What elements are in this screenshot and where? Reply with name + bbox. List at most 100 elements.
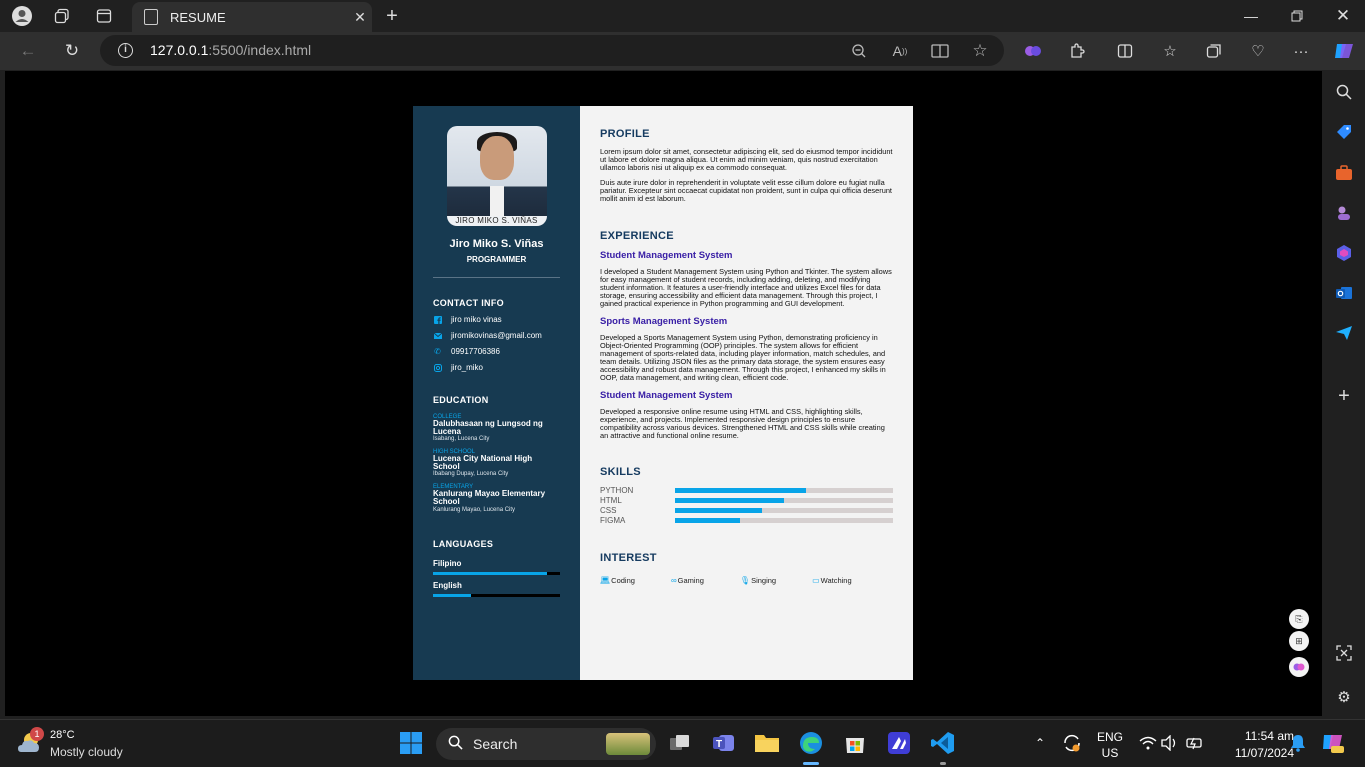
sidebar-settings-gear-icon[interactable]: ⚙ <box>1332 685 1356 709</box>
skill-bar <box>675 507 893 513</box>
outlook-icon[interactable] <box>1332 281 1356 305</box>
battery-icon[interactable] <box>1180 728 1210 758</box>
tab-actions-icon[interactable] <box>90 4 118 28</box>
copilot-icon[interactable] <box>1330 37 1358 65</box>
update-sync-icon[interactable] <box>1057 728 1087 758</box>
interest-item: ▭ Watching <box>812 576 852 585</box>
monitor-icon: ▭ <box>812 576 820 585</box>
resume-main: PROFILE Lorem ipsum dolor sit amet, cons… <box>580 106 913 680</box>
close-tab-icon[interactable]: ✕ <box>348 9 372 26</box>
browser-titlebar: RESUME ✕ + — ✕ <box>0 0 1365 32</box>
reader-widget-icon[interactable]: ⊞ <box>1289 631 1309 651</box>
project-title: Student Management System <box>600 390 733 401</box>
shopping-tag-icon[interactable] <box>1332 121 1356 145</box>
search-icon[interactable] <box>1332 80 1356 104</box>
weather-description[interactable]: Mostly cloudy <box>50 745 123 759</box>
education-section: EDUCATION COLLEGE Dalubhasaan ng Lungsod… <box>433 395 560 513</box>
search-highlight-image <box>606 733 650 755</box>
close-window-icon[interactable]: ✕ <box>1320 0 1365 32</box>
running-app-indicator <box>940 762 946 765</box>
input-language-bottom[interactable]: US <box>1094 746 1126 760</box>
project-title: Sports Management System <box>600 316 728 327</box>
contact-phone-text: 09917706386 <box>451 347 500 356</box>
games-icon[interactable] <box>1332 201 1356 225</box>
split-screen-icon[interactable] <box>1111 37 1139 65</box>
read-aloud-icon[interactable]: A)) <box>889 40 911 62</box>
windows-start-icon[interactable] <box>396 728 426 758</box>
experience-title: EXPERIENCE <box>600 230 674 242</box>
education-place: Kanlurang Mayao, Lucena City <box>433 506 516 513</box>
extensions-icon[interactable] <box>1063 37 1091 65</box>
windows-taskbar: 1 28°C Mostly cloudy Search T ⌃ ENG US 1… <box>0 719 1365 767</box>
microsoft-store-icon[interactable] <box>840 728 870 758</box>
editor-app-icon[interactable] <box>884 728 914 758</box>
microsoft-365-icon[interactable] <box>1332 241 1356 265</box>
copilot-widget-icon[interactable] <box>1289 657 1309 677</box>
favorite-star-icon[interactable]: ☆ <box>969 40 991 62</box>
weather-temperature[interactable]: 28°C <box>50 729 75 741</box>
collections-icon[interactable] <box>1200 37 1228 65</box>
translate-widget-icon[interactable]: ⎘ <box>1289 609 1309 629</box>
search-icon <box>448 735 463 754</box>
copilot-preview-icon[interactable] <box>1318 728 1348 758</box>
tab-title: RESUME <box>170 9 226 25</box>
immersive-reader-icon[interactable] <box>929 40 951 62</box>
file-explorer-icon[interactable] <box>752 728 782 758</box>
taskbar-search[interactable]: Search <box>436 728 656 760</box>
task-view-icon[interactable] <box>665 728 695 758</box>
education-school: Lucena City National High School <box>433 454 533 471</box>
project-description: I developed a Student Management System … <box>600 267 892 308</box>
browser-essentials-icon[interactable]: ♡ <box>1244 37 1272 65</box>
favorites-icon[interactable]: ☆ <box>1156 37 1184 65</box>
skills-section: SKILLS PYTHON HTML CSS FIGMA <box>600 466 893 525</box>
back-icon[interactable]: ← <box>13 37 43 65</box>
gamepad-icon: ∞ <box>670 576 677 585</box>
site-info-icon[interactable]: i <box>118 43 133 58</box>
send-icon[interactable] <box>1332 321 1356 345</box>
settings-more-icon[interactable]: ··· <box>1287 37 1315 65</box>
email-icon <box>433 331 442 340</box>
contact-phone[interactable]: ✆ 09917706386 <box>433 347 560 356</box>
education-item: COLLEGE Dalubhasaan ng Lungsod ng Lucena… <box>433 414 560 442</box>
profile-section: PROFILE Lorem ipsum dolor sit amet, cons… <box>600 128 893 203</box>
clock-date[interactable]: 11/07/2024 <box>1212 746 1294 760</box>
input-language-top[interactable]: ENG <box>1094 730 1126 744</box>
url-text[interactable]: 127.0.0.1:5500/index.html <box>150 42 311 58</box>
new-tab-icon[interactable]: + <box>378 4 406 28</box>
project-description: Developed a Sports Management System usi… <box>600 333 886 382</box>
minimize-icon[interactable]: — <box>1228 0 1274 32</box>
show-hidden-icons-chevron-icon[interactable]: ⌃ <box>1025 728 1055 758</box>
skill-row: CSS <box>600 505 893 515</box>
language-bar <box>433 571 560 575</box>
contact-email[interactable]: jiromikovinas@gmail.com <box>433 331 560 340</box>
skill-level <box>675 497 784 503</box>
phone-icon: ✆ <box>434 347 441 356</box>
edge-browser-icon[interactable] <box>796 728 826 758</box>
profile-paragraph: Lorem ipsum dolor sit amet, consectetur … <box>600 147 893 172</box>
microphone-icon: 🎙︎ <box>739 576 751 585</box>
copilot-extension-icon[interactable] <box>1019 37 1047 65</box>
clock-time[interactable]: 11:54 am <box>1212 729 1294 743</box>
skill-bar <box>675 487 893 493</box>
add-sidebar-app-icon[interactable]: + <box>1332 384 1356 408</box>
languages-title: LANGUAGES <box>433 538 494 549</box>
vscode-icon[interactable] <box>928 728 958 758</box>
tab-resume[interactable]: RESUME ✕ <box>132 2 372 32</box>
notifications-bell-icon[interactable] <box>1283 728 1313 758</box>
project-description: Developed a responsive online resume usi… <box>600 407 885 440</box>
workspaces-icon[interactable] <box>48 4 76 28</box>
restore-icon[interactable] <box>1274 0 1320 32</box>
language-level <box>433 571 548 575</box>
screenshot-icon[interactable] <box>1332 641 1356 665</box>
interest-item: 🎙︎ Singing <box>740 576 776 585</box>
address-bar[interactable]: i 127.0.0.1:5500/index.html A)) ☆ <box>100 35 1004 66</box>
contact-facebook[interactable]: jiro miko vinas <box>433 315 560 324</box>
teams-icon[interactable]: T <box>709 728 739 758</box>
refresh-icon[interactable]: ↻ <box>57 37 87 65</box>
zoom-out-icon[interactable] <box>848 40 870 62</box>
instagram-icon <box>433 363 442 372</box>
tools-briefcase-icon[interactable] <box>1332 161 1356 185</box>
contact-instagram[interactable]: jiro_miko <box>433 363 560 372</box>
education-item: ELEMENTARY Kanlurang Mayao Elementary Sc… <box>433 484 560 512</box>
profile-avatar-icon[interactable] <box>8 4 36 28</box>
